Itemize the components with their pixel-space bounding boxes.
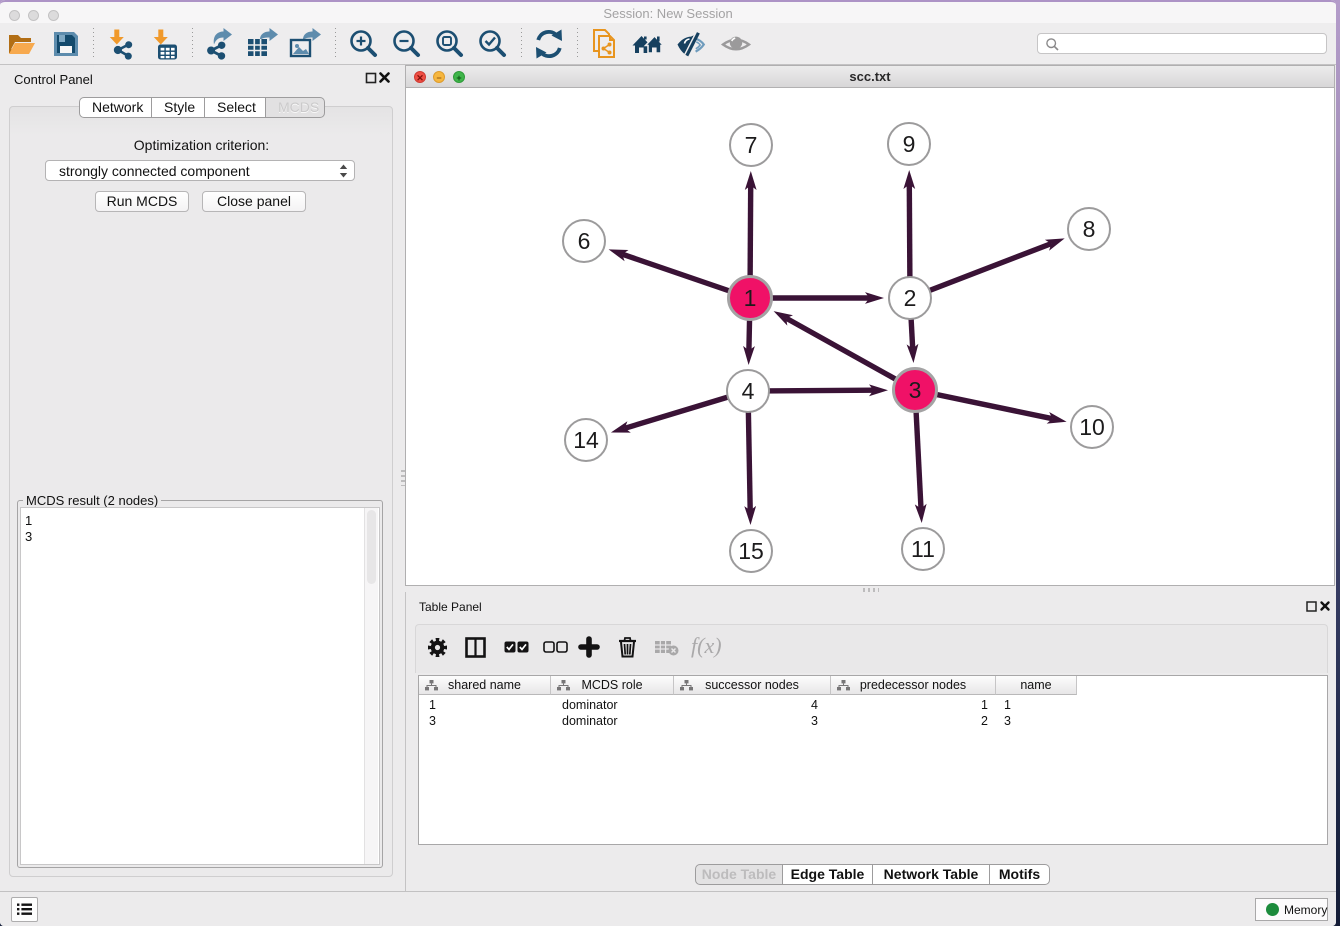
svg-text:15: 15 [738, 538, 764, 564]
svg-text:1: 1 [744, 285, 757, 311]
svg-text:3: 3 [909, 377, 922, 403]
svg-text:14: 14 [573, 427, 599, 453]
svg-text:7: 7 [745, 132, 758, 158]
svg-text:4: 4 [742, 378, 755, 404]
svg-text:8: 8 [1083, 216, 1096, 242]
svg-text:10: 10 [1079, 414, 1105, 440]
svg-text:11: 11 [911, 536, 935, 562]
svg-text:2: 2 [904, 285, 917, 311]
svg-text:9: 9 [903, 131, 916, 157]
svg-text:6: 6 [578, 228, 591, 254]
